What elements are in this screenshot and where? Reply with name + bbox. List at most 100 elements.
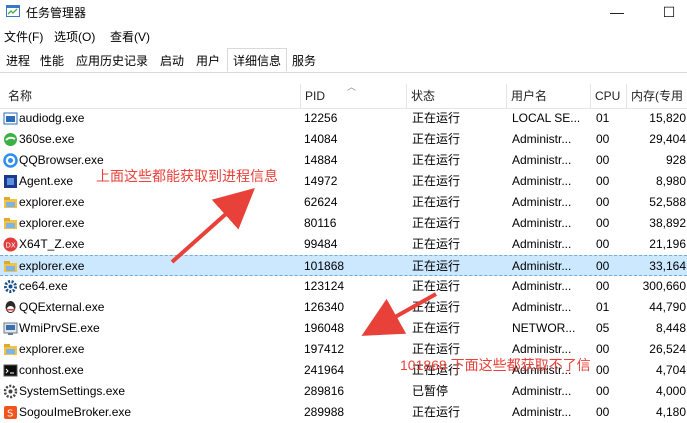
svg-text:S: S: [7, 409, 13, 420]
column-name[interactable]: 名称: [4, 84, 300, 108]
process-memory: 52,588: [649, 195, 686, 209]
process-cpu: 00: [596, 153, 610, 167]
process-username: LOCAL SE...: [512, 111, 581, 125]
table-row[interactable]: explorer.exe 62624 正在运行 Administr... 00 52,58…: [0, 192, 687, 213]
360se-icon: [3, 132, 18, 147]
process-pid: 126340: [304, 300, 345, 314]
process-cpu: 00: [596, 279, 610, 293]
process-memory: 15,820: [649, 111, 686, 125]
qqbrowser-icon: [3, 153, 18, 168]
process-cpu: 00: [596, 195, 610, 209]
process-memory: 300,660: [642, 279, 686, 293]
tab-startup[interactable]: 启动: [156, 51, 188, 71]
tab-bar: 进程 性能 应用历史记录 启动 用户 详细信息 服务: [0, 48, 687, 73]
console-icon: [3, 363, 18, 378]
process-cpu: 00: [596, 259, 610, 273]
process-name: QQExternal.exe: [19, 300, 105, 314]
process-name: WmiPrvSE.exe: [19, 321, 100, 335]
process-name: ce64.exe: [19, 279, 68, 293]
process-pid: 101868: [304, 259, 345, 273]
column-pid[interactable]: PID: [300, 84, 406, 108]
gear-icon: [3, 279, 18, 294]
column-cpu[interactable]: CPU: [590, 84, 626, 108]
process-status: 正在运行: [412, 321, 461, 335]
tab-app-history[interactable]: 应用历史记录: [72, 51, 152, 71]
process-memory: 8,980: [655, 174, 686, 188]
process-name: SogouImeBroker.exe: [19, 405, 132, 419]
process-cpu: 05: [596, 321, 610, 335]
process-username: Administr...: [512, 237, 572, 251]
menu-options[interactable]: 选项(O): [54, 28, 95, 45]
column-username[interactable]: 用户名: [506, 84, 590, 108]
folder-icon: [3, 259, 18, 274]
table-row[interactable]: S SogouImeBroker.exe 289988 正在运行 Administr..…: [0, 402, 687, 423]
process-cpu: 00: [596, 132, 610, 146]
window-title: 任务管理器: [26, 6, 87, 20]
process-memory: 928: [665, 153, 686, 167]
maximize-button[interactable]: ☐: [646, 0, 687, 24]
table-row[interactable]: WmiPrvSE.exe 196048 正在运行 NETWOR... 05 8,448: [0, 318, 687, 339]
table-row[interactable]: QQExternal.exe 126340 正在运行 Administr... 01 44…: [0, 297, 687, 318]
agent-icon: [3, 174, 18, 189]
process-name: explorer.exe: [19, 195, 85, 209]
process-pid: 14972: [304, 174, 338, 188]
process-pid: 99484: [304, 237, 338, 251]
table-row[interactable]: SystemSettings.exe 289816 已暂停 Administr... 0…: [0, 381, 687, 402]
process-name: audiodg.exe: [19, 111, 85, 125]
process-pid: 62624: [304, 195, 338, 209]
process-name: explorer.exe: [19, 342, 85, 356]
menu-view[interactable]: 查看(V): [110, 28, 150, 45]
process-memory: 38,892: [649, 216, 686, 230]
table-row[interactable]: ce64.exe 123124 正在运行 Administr... 00 300,660: [0, 276, 687, 297]
process-memory: 33,164: [649, 259, 686, 273]
process-username: Administr...: [512, 279, 572, 293]
tab-performance[interactable]: 性能: [36, 51, 68, 71]
process-cpu: 00: [596, 363, 610, 377]
process-memory: 44,790: [649, 300, 686, 314]
tab-services[interactable]: 服务: [288, 51, 320, 71]
folder-icon: [3, 216, 18, 231]
process-username: Administr...: [512, 132, 572, 146]
process-username: Administr...: [512, 216, 572, 230]
process-status: 正在运行: [412, 153, 461, 167]
minimize-button[interactable]: —: [594, 0, 640, 24]
process-name: 360se.exe: [19, 132, 75, 146]
tab-processes[interactable]: 进程: [2, 51, 34, 71]
column-header: 名称 PID 状态 用户名 CPU 内存(专用: [0, 84, 687, 109]
table-row[interactable]: 360se.exe 14084 正在运行 Administr... 00 29,404: [0, 129, 687, 150]
tab-details[interactable]: 详细信息: [227, 48, 287, 72]
process-username: Administr...: [512, 153, 572, 167]
process-status: 正在运行: [412, 259, 461, 273]
table-row[interactable]: explorer.exe 101868 正在运行 Administr... 00 33,1…: [0, 255, 687, 276]
wmi-icon: [3, 321, 18, 336]
column-status[interactable]: 状态: [406, 84, 506, 108]
folder-icon: [3, 342, 18, 357]
table-row[interactable]: audiodg.exe 12256 正在运行 LOCAL SE... 01 15,820: [0, 108, 687, 129]
table-row[interactable]: explorer.exe 80116 正在运行 Administr... 00 38,89…: [0, 213, 687, 234]
process-cpu: 00: [596, 237, 610, 251]
process-status: 正在运行: [412, 300, 461, 314]
table-row[interactable]: DX X64T_Z.exe 99484 正在运行 Administr... 00 21,19…: [0, 234, 687, 255]
process-username: Administr...: [512, 174, 572, 188]
process-pid: 80116: [304, 216, 337, 230]
title-bar: 任务管理器 — ☐: [0, 0, 687, 24]
process-pid: 289988: [304, 405, 345, 419]
process-status: 正在运行: [412, 174, 461, 188]
process-name: SystemSettings.exe: [19, 384, 126, 398]
process-cpu: 00: [596, 405, 610, 419]
process-name: conhost.exe: [19, 363, 84, 377]
process-pid: 289816: [304, 384, 345, 398]
process-pid: 14884: [304, 153, 338, 167]
process-status: 正在运行: [412, 216, 461, 230]
tab-users[interactable]: 用户: [192, 51, 224, 71]
process-username: Administr...: [512, 405, 572, 419]
process-cpu: 00: [596, 216, 610, 230]
menu-file[interactable]: 文件(F): [4, 28, 43, 45]
process-status: 正在运行: [412, 132, 461, 146]
process-cpu: 00: [596, 384, 610, 398]
process-username: NETWOR...: [512, 321, 576, 335]
process-memory: 8,448: [655, 321, 686, 335]
settings-icon: [3, 384, 18, 399]
qq-icon: [3, 300, 18, 315]
column-memory[interactable]: 内存(专用: [626, 84, 687, 108]
